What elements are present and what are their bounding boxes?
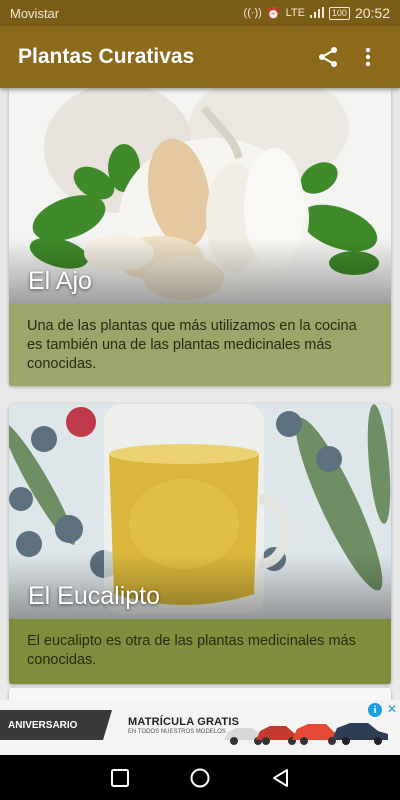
ad-cars-image — [222, 714, 390, 751]
signal-icon — [309, 6, 324, 21]
app-title: Plantas Curativas — [18, 45, 195, 68]
app-bar: Plantas Curativas — [0, 26, 400, 88]
card-next-partial[interactable] — [9, 688, 391, 700]
ad-badge: ANIVERSARIO — [0, 710, 112, 740]
card-title: El Eucalipto — [28, 582, 161, 610]
circle-icon — [190, 768, 210, 787]
garlic-image: El Ajo — [9, 88, 391, 304]
overflow-menu-button[interactable] — [348, 37, 388, 77]
share-icon — [319, 47, 337, 67]
status-icons: ((·)) ⏰ LTE 100 20:52 — [244, 5, 390, 21]
close-icon[interactable]: ✕ — [387, 702, 397, 716]
more-vert-icon — [365, 47, 371, 67]
home-button[interactable] — [180, 758, 220, 798]
card-description: El eucalipto es otra de las plantas medi… — [9, 619, 391, 684]
square-icon — [111, 768, 129, 787]
info-icon[interactable]: i — [368, 703, 382, 717]
status-bar: Movistar ((·)) ⏰ LTE 100 20:52 — [0, 0, 400, 26]
card-description: Una de las plantas que más utilizamos en… — [9, 304, 391, 386]
battery-icon: 100 — [328, 6, 350, 20]
carrier-label: Movistar — [10, 5, 60, 21]
card-title: El Ajo — [28, 267, 92, 295]
eucalyptus-oil-image: El Eucalipto — [9, 404, 391, 619]
alarm-icon: ⏰ — [266, 7, 281, 20]
system-nav-bar — [0, 755, 400, 800]
recents-button[interactable] — [100, 758, 140, 798]
hotspot-icon: ((·)) — [243, 7, 262, 19]
ad-banner[interactable]: ANIVERSARIO MATRÍCULA GRATIS EN TODOS NU… — [0, 700, 400, 755]
share-button[interactable] — [308, 37, 348, 77]
network-type: LTE — [285, 7, 305, 19]
clock: 20:52 — [354, 5, 390, 21]
triangle-back-icon — [273, 768, 288, 787]
card-list[interactable]: El Ajo Una de las plantas que más utiliz… — [0, 88, 400, 700]
back-button[interactable] — [260, 758, 300, 798]
card-eucalipto[interactable]: El Eucalipto El eucalipto es otra de las… — [9, 404, 391, 684]
card-ajo[interactable]: El Ajo Una de las plantas que más utiliz… — [9, 88, 391, 386]
